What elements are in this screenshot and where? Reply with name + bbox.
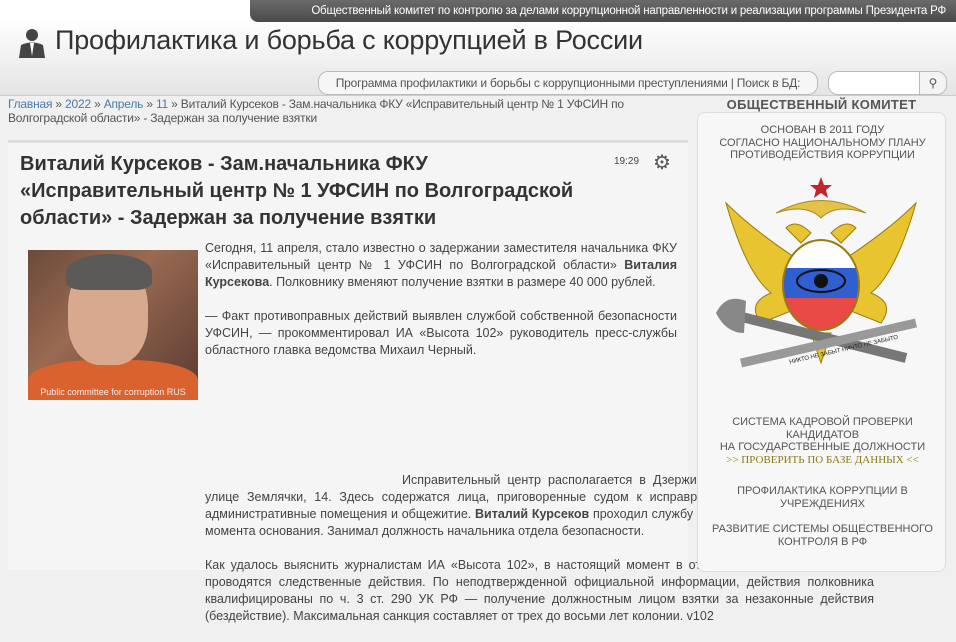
founded-text: ОСНОВАН В 2011 ГОДУ СОГЛАСНО НАЦИОНАЛЬНО… — [698, 124, 947, 162]
breadcrumb-day[interactable]: 11 — [156, 97, 168, 111]
top-banner[interactable]: Общественный комитет по контролю за дела… — [250, 0, 956, 22]
breadcrumb: Главная » 2022 » Апрель » 11 » Виталий К… — [8, 97, 624, 125]
breadcrumb-home[interactable]: Главная — [8, 97, 52, 111]
sidebar-panel: ОСНОВАН В 2011 ГОДУ СОГЛАСНО НАЦИОНАЛЬНО… — [697, 112, 946, 572]
site-title[interactable]: Профилактика и борьба с коррупцией в Рос… — [55, 25, 643, 56]
breadcrumb-year[interactable]: 2022 — [65, 97, 91, 111]
check-database-link[interactable]: >> ПРОВЕРИТЬ ПО БАЗЕ ДАННЫХ << — [698, 454, 947, 467]
public-control-link[interactable]: РАЗВИТИЕ СИСТЕМЫ ОБЩЕСТВЕННОГО КОНТРОЛЯ … — [698, 523, 947, 548]
magnifier-icon: ⚲ — [928, 76, 938, 90]
text: КАНДИДАТОВ — [785, 428, 860, 441]
gear-icon[interactable]: ⚙ — [651, 152, 673, 174]
text: НА ГОСУДАРСТВЕННЫЕ ДОЛЖНОСТИ — [719, 441, 926, 453]
text: КОНТРОЛЯ В РФ — [777, 535, 868, 548]
nav-bar[interactable]: Программа профилактики и борьбы с корруп… — [318, 71, 818, 95]
search-input[interactable] — [828, 71, 920, 95]
text: РАЗВИТИЕ СИСТЕМЫ ОБЩЕСТВЕННОГО — [712, 523, 933, 535]
breadcrumb-month[interactable]: Апрель — [104, 97, 144, 111]
paragraph: — Факт противоправных действий выявлен с… — [205, 309, 677, 357]
text: СИСТЕМА КАДРОВОЙ ПРОВЕРКИ — [732, 416, 913, 428]
photo-watermark: Public committee for corruption RUS — [40, 387, 186, 397]
text: УЧРЕЖДЕНИЯХ — [779, 497, 866, 510]
text: ОСНОВАН В 2011 ГОДУ — [760, 124, 885, 136]
text: Сегодня, 11 апреля, стало известно о зад… — [205, 241, 677, 272]
article-body: Сегодня, 11 апреля, стало известно о зад… — [205, 240, 874, 623]
text: ПРОТИВОДЕЙСТВИЯ КОРРУПЦИИ — [730, 149, 915, 161]
article-photo[interactable]: Public committee for corruption RUS — [28, 250, 198, 400]
article: Виталий Курсеков - Зам.начальника ФКУ «И… — [8, 140, 874, 623]
prevention-link[interactable]: ПРОФИЛАКТИКА КОРРУПЦИИ В УЧРЕЖДЕНИЯХ — [698, 485, 947, 510]
text: ПРОФИЛАКТИКА КОРРУПЦИИ В — [737, 485, 908, 497]
search-button[interactable]: ⚲ — [919, 71, 947, 95]
article-title: Виталий Курсеков - Зам.начальника ФКУ «И… — [20, 153, 574, 229]
text: . Полковнику вменяют получение взятки в … — [269, 275, 656, 289]
vetting-text[interactable]: СИСТЕМА КАДРОВОЙ ПРОВЕРКИ КАНДИДАТОВ НА … — [698, 416, 947, 466]
person-icon — [19, 29, 45, 58]
text: СОГЛАСНО НАЦИОНАЛЬНОМУ ПЛАНУ — [719, 136, 926, 149]
committee-emblem[interactable]: НИКТО НЕ ЗАБЫТ НИЧТО НЕ ЗАБЫТО — [716, 173, 926, 383]
sidebar-heading: ОБЩЕСТВЕННЫЙ КОМИТЕТ — [726, 97, 917, 112]
photo-hair — [66, 254, 152, 290]
paragraph: Сегодня, 11 апреля, стало известно о зад… — [205, 240, 677, 291]
person-name: Виталий Курсеков — [475, 507, 590, 521]
article-time: 19:29 — [614, 156, 640, 167]
